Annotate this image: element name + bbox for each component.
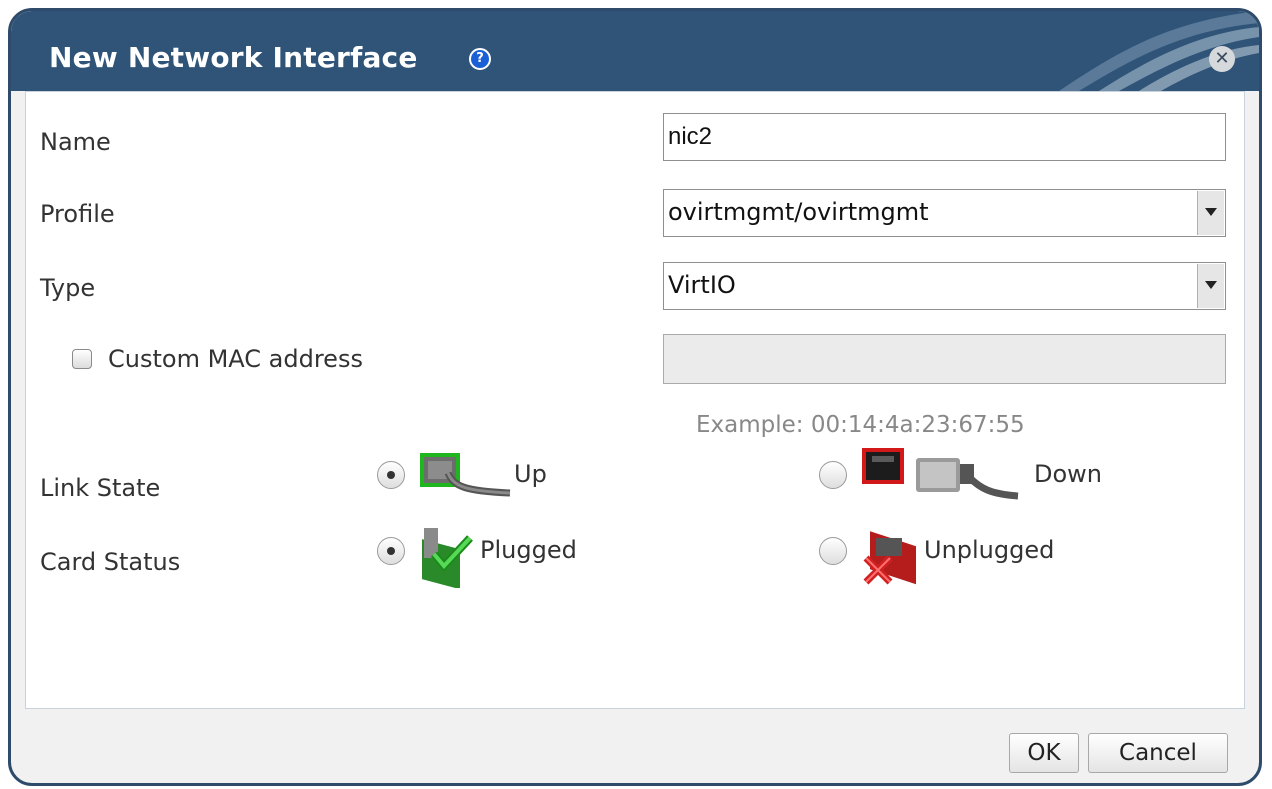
type-select[interactable]: VirtIO [663,262,1226,310]
name-input[interactable] [663,113,1226,161]
chevron-down-icon[interactable] [1197,191,1224,235]
chevron-down-icon[interactable] [1197,264,1224,308]
mac-address-input[interactable] [663,334,1226,384]
link-state-label: Link State [40,474,161,502]
help-icon[interactable]: ? [469,48,491,70]
dialog-title: New Network Interface [49,41,418,74]
custom-mac-label: Custom MAC address [108,345,363,373]
name-label: Name [40,128,111,156]
card-unplugged-radio[interactable] [819,537,847,565]
profile-select-value: ovirtmgmt/ovirtmgmt [668,198,929,226]
dialog-titlebar: New Network Interface ? ✕ [11,11,1259,91]
card-plugged-radio[interactable] [377,537,405,565]
type-select-value: VirtIO [668,271,736,299]
cancel-button[interactable]: Cancel [1088,733,1228,773]
network-cable-plugged-icon [420,453,511,497]
mac-example-hint: Example: 00:14:4a:23:67:55 [696,412,1025,438]
new-network-interface-dialog: New Network Interface ? ✕ Name Profile o… [8,8,1262,786]
ok-button[interactable]: OK [1009,733,1079,773]
nic-card-unplugged-icon [863,531,916,585]
custom-mac-checkbox[interactable] [72,349,92,369]
link-down-radio[interactable] [819,461,847,489]
form-panel: Name Profile ovirtmgmt/ovirtmgmt Type Vi… [25,91,1245,709]
link-up-radio[interactable] [377,461,405,489]
profile-select[interactable]: ovirtmgmt/ovirtmgmt [663,189,1226,237]
nic-card-plugged-icon [422,528,473,588]
type-label: Type [40,274,96,302]
plugged-label: Plugged [480,536,577,564]
close-icon[interactable]: ✕ [1209,46,1235,72]
link-down-label: Down [1034,460,1103,488]
network-port-unplugged-icon [862,448,1019,500]
card-status-label: Card Status [40,548,181,576]
profile-label: Profile [40,200,115,228]
link-up-label: Up [514,460,547,488]
unplugged-label: Unplugged [924,536,1055,564]
